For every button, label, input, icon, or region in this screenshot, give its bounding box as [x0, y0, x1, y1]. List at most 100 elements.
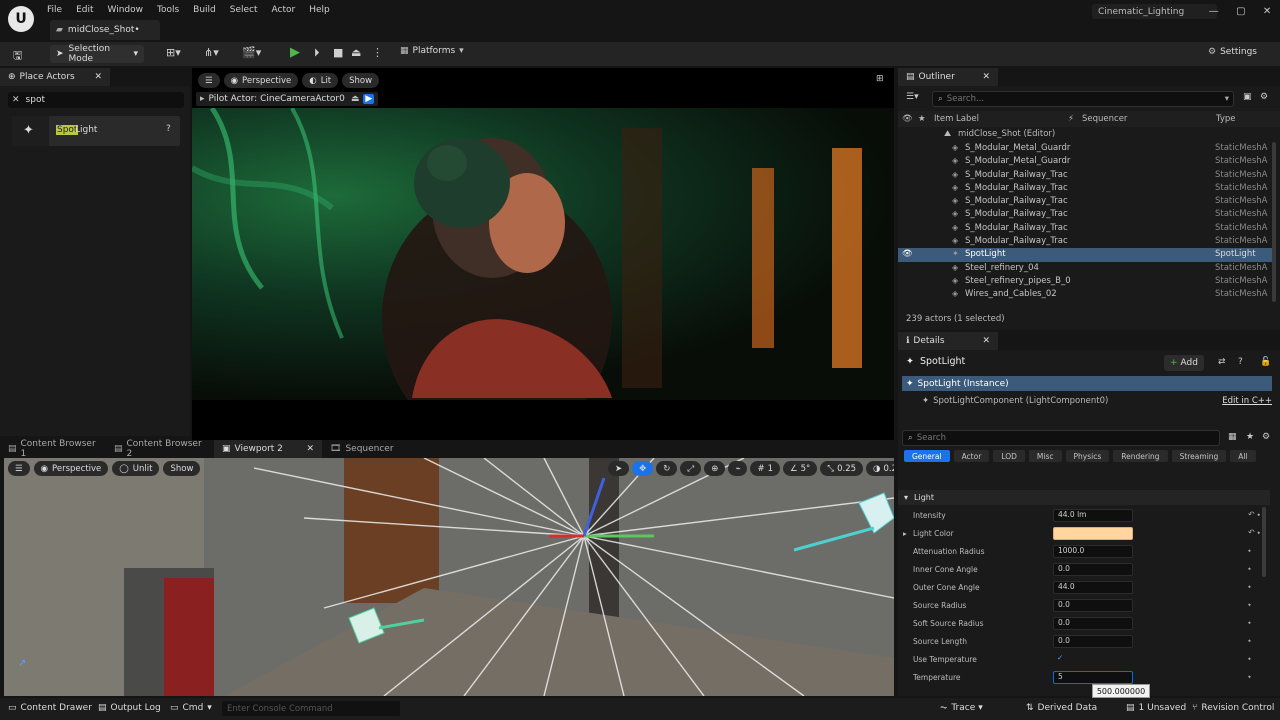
- chevron-down-icon[interactable]: ▾: [1225, 94, 1229, 104]
- outliner-row[interactable]: ◈ S_Modular_Railway_Trac StaticMeshA: [898, 208, 1273, 221]
- outliner-row[interactable]: 👁 ✦ SpotLight SpotLight: [898, 248, 1273, 262]
- details-search-input[interactable]: Search: [917, 433, 946, 443]
- reset-to-default-icon[interactable]: ⬩: [1248, 672, 1251, 682]
- property-value-input[interactable]: 0.0: [1053, 617, 1133, 630]
- tab-viewport-2[interactable]: ▣ Viewport 2 ✕: [214, 440, 322, 458]
- filter-icon[interactable]: ☰▾: [906, 92, 919, 102]
- scale-snap-button[interactable]: ⤡ 0.25: [820, 461, 864, 476]
- property-value-input[interactable]: 1000.0: [1053, 545, 1133, 558]
- visibility-icon[interactable]: 👁: [902, 114, 913, 124]
- instance-row[interactable]: ✦ SpotLight (Instance): [902, 376, 1272, 391]
- grid-snap-button[interactable]: #1: [750, 461, 780, 476]
- outliner-row[interactable]: ◈ S_Modular_Railway_Trac StaticMeshA: [898, 235, 1273, 248]
- close-tab-icon[interactable]: ✕: [982, 72, 990, 82]
- console-input[interactable]: Enter Console Command: [222, 701, 400, 716]
- blueprint-icon[interactable]: ⋔▾: [204, 46, 219, 59]
- viewport-menu-button[interactable]: ☰: [8, 461, 30, 476]
- settings-button[interactable]: ⚙ Settings: [1208, 47, 1257, 57]
- gear-icon[interactable]: ⚙: [1260, 92, 1268, 102]
- reset-to-default-icon[interactable]: ⬩: [1248, 600, 1251, 610]
- menu-help[interactable]: Help: [302, 5, 337, 15]
- platforms-button[interactable]: ▦ Platforms ▾: [400, 46, 464, 56]
- viewport-2[interactable]: ☰ ◉ Perspective ◯ Unlit Show ➤ ✥ ↻ ⤢ ⊕ ⌁ #…: [4, 458, 894, 696]
- eject-pilot-icon[interactable]: ⏏: [351, 94, 360, 104]
- col-item-label[interactable]: Item Label: [934, 114, 979, 124]
- outliner-row[interactable]: ◈ Wires_and_Cables_02 StaticMeshA: [898, 288, 1273, 301]
- maximize-viewport-icon[interactable]: ⊞: [876, 74, 884, 84]
- outliner-row[interactable]: ◈ S_Modular_Railway_Trac StaticMeshA: [898, 195, 1273, 208]
- details-scrollbar[interactable]: [1262, 507, 1266, 577]
- play-icon[interactable]: ▶: [290, 45, 300, 60]
- outliner-row[interactable]: ◈ Steel_refinery_04 StaticMeshA: [898, 262, 1273, 275]
- reset-to-default-icon[interactable]: ⬩: [1248, 654, 1251, 664]
- menu-actor[interactable]: Actor: [265, 5, 303, 15]
- outliner-row[interactable]: ◈ S_Modular_Railway_Trac StaticMeshA: [898, 222, 1273, 235]
- reset-to-default-icon[interactable]: ⬩: [1248, 636, 1251, 646]
- property-value-input[interactable]: 5: [1053, 671, 1133, 684]
- step-icon[interactable]: ⏵: [314, 46, 320, 60]
- reset-to-default-icon[interactable]: ↶ ⬩: [1248, 510, 1260, 520]
- expand-icon[interactable]: ▸: [903, 529, 907, 538]
- save-icon[interactable]: 🖫: [13, 47, 22, 66]
- table-view-icon[interactable]: ▦: [1228, 432, 1237, 442]
- menu-tools[interactable]: Tools: [150, 5, 186, 15]
- light-color-swatch[interactable]: [1053, 527, 1133, 540]
- tab-content-browser-1[interactable]: ▤ Content Browser 1: [0, 439, 106, 459]
- perspective-button[interactable]: ◉ Perspective: [33, 461, 109, 476]
- menu-build[interactable]: Build: [186, 5, 223, 15]
- outliner-row[interactable]: ◈ S_Modular_Railway_Trac StaticMeshA: [898, 182, 1273, 195]
- lock-icon[interactable]: 🔓: [1260, 357, 1271, 367]
- property-value-input[interactable]: 0.0: [1053, 563, 1133, 576]
- light-section-header[interactable]: ▾ Light: [898, 490, 1270, 505]
- category-streaming[interactable]: Streaming: [1171, 450, 1227, 462]
- blueprint-icon[interactable]: ⇄: [1218, 357, 1226, 367]
- visibility-icon[interactable]: 👁: [902, 249, 913, 259]
- component-row[interactable]: ✦ SpotLightComponent (LightComponent0) E…: [922, 394, 1272, 407]
- select-mode-icon[interactable]: ➤: [608, 461, 630, 476]
- col-type[interactable]: Type: [1216, 114, 1236, 124]
- favorite-icon[interactable]: ★: [918, 114, 926, 124]
- cmd-button[interactable]: ▭ Cmd ▾: [170, 703, 212, 713]
- outliner-row[interactable]: ◈ Steel_refinery_pipes_B_0 StaticMeshA: [898, 275, 1273, 288]
- tab-outliner[interactable]: ▤ Outliner ✕: [898, 68, 998, 86]
- tab-content-browser-2[interactable]: ▤ Content Browser 2: [106, 439, 214, 459]
- favorite-icon[interactable]: ★: [1246, 432, 1254, 442]
- gear-icon[interactable]: ⚙: [1262, 432, 1270, 442]
- revision-control-button[interactable]: ⑂ Revision Control: [1192, 703, 1274, 713]
- category-all[interactable]: All: [1230, 450, 1256, 462]
- unlit-button[interactable]: ◯ Unlit: [112, 461, 160, 476]
- col-sequencer[interactable]: Sequencer: [1082, 114, 1127, 124]
- clear-search-icon[interactable]: ✕: [12, 95, 20, 105]
- outliner-root-row[interactable]: ⛰ midClose_Shot (Editor): [898, 128, 1273, 141]
- use-temperature-checkbox[interactable]: ✓: [1053, 653, 1067, 666]
- eject-icon[interactable]: ⏏: [351, 46, 361, 59]
- world-icon[interactable]: ⊕: [704, 461, 726, 476]
- add-component-button[interactable]: + Add: [1164, 355, 1204, 371]
- translate-icon[interactable]: ✥: [632, 461, 654, 476]
- rotate-icon[interactable]: ↻: [656, 461, 678, 476]
- details-search[interactable]: ⌕ Search: [902, 430, 1220, 446]
- reset-to-default-icon[interactable]: ⬩: [1248, 618, 1251, 628]
- perspective-button[interactable]: ◉ Perspective: [223, 73, 299, 88]
- property-value-input[interactable]: 44.0: [1053, 581, 1133, 594]
- outliner-row[interactable]: ◈ S_Modular_Metal_Guardr StaticMeshA: [898, 155, 1273, 168]
- property-value-input[interactable]: 44.0 lm: [1053, 509, 1133, 522]
- angle-snap-button[interactable]: ∠ 5°: [782, 461, 818, 476]
- category-lod[interactable]: LOD: [993, 450, 1025, 462]
- menu-select[interactable]: Select: [223, 5, 265, 15]
- viewport-menu-button[interactable]: ☰: [198, 73, 220, 88]
- unreal-logo-icon[interactable]: U: [8, 6, 34, 32]
- show-button[interactable]: Show: [342, 73, 380, 88]
- level-tab[interactable]: ▰ midClose_Shot•: [50, 20, 160, 40]
- show-button[interactable]: Show: [163, 461, 201, 476]
- outliner-search[interactable]: ⌕ Search... ▾: [932, 91, 1234, 107]
- category-rendering[interactable]: Rendering: [1113, 450, 1168, 462]
- category-physics[interactable]: Physics: [1065, 450, 1110, 462]
- add-folder-icon[interactable]: ▣: [1243, 92, 1252, 102]
- reset-to-default-icon[interactable]: ⬩: [1248, 582, 1251, 592]
- search-input[interactable]: spot: [26, 95, 45, 105]
- outliner-scrollbar[interactable]: [1272, 142, 1276, 302]
- tab-details[interactable]: ℹ Details ✕: [898, 332, 998, 350]
- trace-button[interactable]: ⏦ Trace ▾: [940, 703, 983, 713]
- reset-to-default-icon[interactable]: ↶ ⬩: [1248, 528, 1260, 538]
